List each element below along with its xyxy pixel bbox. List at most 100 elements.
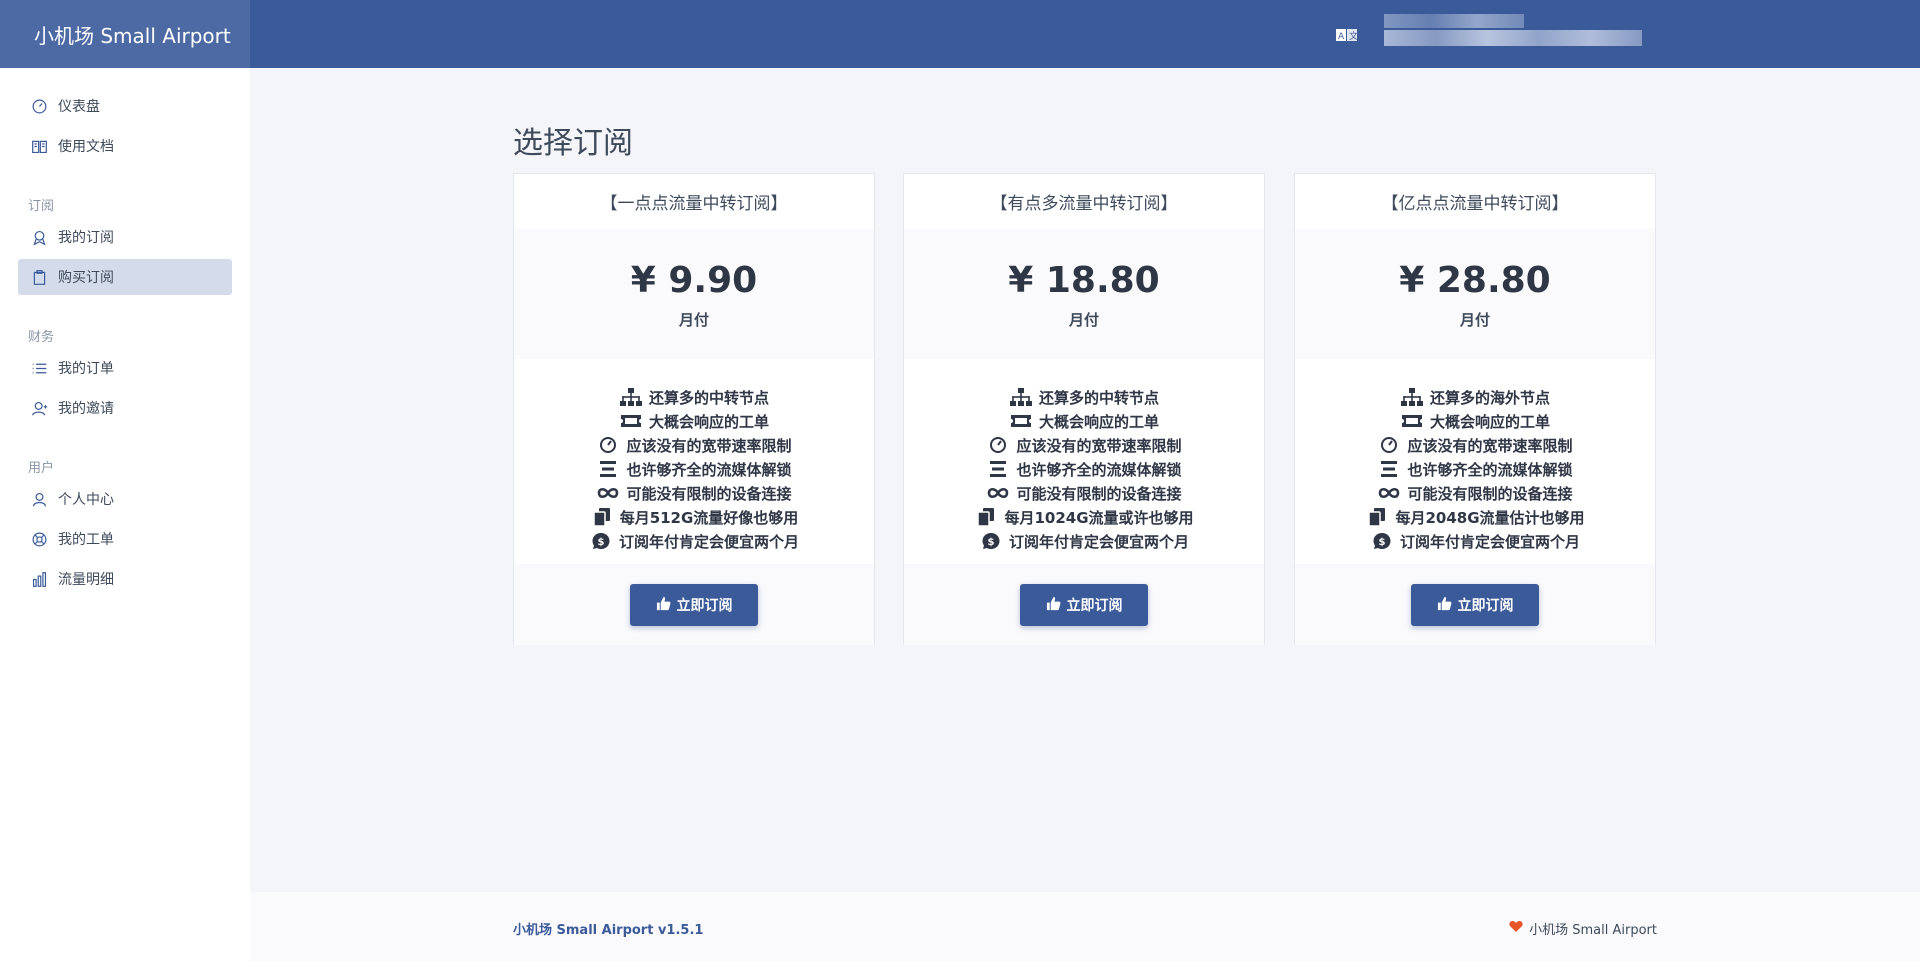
dollar-icon: $ xyxy=(979,531,1003,551)
clipboard-icon xyxy=(30,268,48,286)
sidebar-item-label: 我的邀请 xyxy=(58,401,114,417)
subscribe-button[interactable]: 立即订阅 xyxy=(1411,584,1539,626)
plan-card: 【亿点点流量中转订阅】 ¥ 28.80 月付 还算多的海外节点大概会响应的工单应… xyxy=(1294,173,1656,645)
plan-features: 还算多的中转节点 大概会响应的工单 应该没有的宽带速率限制 也许够齐全的流媒体解锁 可能… xyxy=(514,359,874,564)
book-icon xyxy=(30,137,48,155)
sidebar: 仪表盘 使用文档 订阅 我的订阅 购买订阅 财务 我的订单 我的邀请 用户 个人… xyxy=(0,68,250,961)
infinity-icon xyxy=(1377,483,1401,503)
plan-feature: 大概会响应的工单 xyxy=(1009,409,1159,433)
sidebar-item-docs[interactable]: 使用文档 xyxy=(18,128,232,164)
plan-feature-text: 可能没有限制的设备连接 xyxy=(1407,484,1573,503)
page-title: 选择订阅 xyxy=(513,126,633,161)
bar-chart-icon xyxy=(30,570,48,588)
plan-footer: 立即订阅 xyxy=(904,564,1264,645)
plan-feature: $ 订阅年付肯定会便宜两个月 xyxy=(979,529,1189,553)
dollar-icon: $ xyxy=(1370,531,1394,551)
sidebar-item-label: 仪表盘 xyxy=(58,99,100,115)
user-icon xyxy=(30,490,48,508)
plan-name: 【有点多流量中转订阅】 xyxy=(990,194,1178,214)
plan-feature: $ 订阅年付肯定会便宜两个月 xyxy=(589,529,799,553)
subscribe-button[interactable]: 立即订阅 xyxy=(630,584,758,626)
plan-features: 还算多的海外节点大概会响应的工单应该没有的宽带速率限制也许够齐全的流媒体解锁 可能… xyxy=(1295,359,1655,564)
thumbs-up-icon xyxy=(1046,596,1061,615)
translate-icon[interactable]: A文 xyxy=(1336,28,1358,42)
footer-version[interactable]: 小机场 Small Airport v1.5.1 xyxy=(513,919,703,938)
plan-feature-text: 每月1024G流量或许也够用 xyxy=(1004,508,1194,527)
plan-price: ¥ 28.80 xyxy=(1399,259,1551,301)
plan-feature-text: 也许够齐全的流媒体解锁 xyxy=(1407,460,1573,479)
dollar-icon: $ xyxy=(589,531,613,551)
sitemap-icon xyxy=(1400,387,1424,407)
plan-price: ¥ 9.90 xyxy=(630,259,758,301)
ticket-icon xyxy=(1400,411,1424,431)
plan-feature: 还算多的中转节点 xyxy=(1009,385,1159,409)
sidebar-item-label: 我的工单 xyxy=(58,532,114,548)
ticket-icon xyxy=(1009,411,1033,431)
plan-feature: 每月1024G流量或许也够用 xyxy=(974,505,1194,529)
bars-icon xyxy=(986,459,1010,479)
subscribe-button-label: 立即订阅 xyxy=(1066,598,1123,614)
nav-section-subscription: 订阅 xyxy=(28,199,55,214)
plan-feature-text: 应该没有的宽带速率限制 xyxy=(626,436,792,455)
ticket-icon xyxy=(619,411,643,431)
plan-feature-text: 应该没有的宽带速率限制 xyxy=(1016,436,1182,455)
subscribe-button[interactable]: 立即订阅 xyxy=(1020,584,1148,626)
svg-text:$: $ xyxy=(598,537,605,548)
brand-logo[interactable]: 小机场 Small Airport xyxy=(0,0,250,68)
plan-feature-text: 大概会响应的工单 xyxy=(1429,412,1550,431)
top-header: 小机场 Small Airport A文 xyxy=(0,0,1920,68)
plan-price: ¥ 18.80 xyxy=(1008,259,1160,301)
plan-card: 【有点多流量中转订阅】 ¥ 18.80 月付 还算多的中转节点 大概会响应的工单应… xyxy=(903,173,1265,645)
dashboard-icon xyxy=(30,97,48,115)
plan-feature-text: 订阅年付肯定会便宜两个月 xyxy=(618,532,799,551)
bars-icon xyxy=(1377,459,1401,479)
plan-feature: 可能没有限制的设备连接 xyxy=(1377,481,1573,505)
plan-price-block: ¥ 28.80 月付 xyxy=(1295,229,1655,359)
sidebar-item-my-subscription[interactable]: 我的订阅 xyxy=(18,219,232,255)
sidebar-item-traffic-details[interactable]: 流量明细 xyxy=(18,561,232,597)
plan-name: 【亿点点流量中转订阅】 xyxy=(1381,194,1569,214)
plan-feature: 每月2048G流量估计也够用 xyxy=(1365,505,1585,529)
sidebar-item-my-tickets[interactable]: 我的工单 xyxy=(18,521,232,557)
plan-feature: $ 订阅年付肯定会便宜两个月 xyxy=(1370,529,1580,553)
thumbs-up-icon xyxy=(656,596,671,615)
gauge-icon xyxy=(986,435,1010,455)
plan-feature-text: 每月2048G流量估计也够用 xyxy=(1395,508,1585,527)
svg-text:$: $ xyxy=(988,537,995,548)
user-plus-icon xyxy=(30,399,48,417)
sidebar-item-my-invites[interactable]: 我的邀请 xyxy=(18,390,232,426)
plan-name: 【一点点流量中转订阅】 xyxy=(600,194,788,214)
plan-feature-text: 大概会响应的工单 xyxy=(648,412,769,431)
plan-feature: 还算多的海外节点 xyxy=(1400,385,1550,409)
plan-feature-text: 可能没有限制的设备连接 xyxy=(1016,484,1182,503)
svg-text:A: A xyxy=(1338,32,1345,41)
subscribe-button-label: 立即订阅 xyxy=(676,598,733,614)
plan-feature-text: 可能没有限制的设备连接 xyxy=(626,484,792,503)
sidebar-item-profile[interactable]: 个人中心 xyxy=(18,481,232,517)
plan-feature-text: 还算多的中转节点 xyxy=(648,388,769,407)
sidebar-item-buy-subscription[interactable]: 购买订阅 xyxy=(18,259,232,295)
sidebar-item-dashboard[interactable]: 仪表盘 xyxy=(18,88,232,124)
sitemap-icon xyxy=(619,387,643,407)
sidebar-item-my-orders[interactable]: 我的订单 xyxy=(18,350,232,386)
bars-icon xyxy=(596,459,620,479)
copy-icon xyxy=(590,507,614,527)
plan-feature: 应该没有的宽带速率限制 xyxy=(1377,433,1573,457)
user-account-menu[interactable] xyxy=(1384,14,1642,46)
plan-feature-text: 也许够齐全的流媒体解锁 xyxy=(1016,460,1182,479)
sidebar-item-label: 个人中心 xyxy=(58,492,114,508)
main-content: 选择订阅 【一点点流量中转订阅】 ¥ 9.90 月付 还算多的中转节点 大概会响应… xyxy=(250,68,1920,892)
copy-icon xyxy=(974,507,998,527)
plan-card: 【一点点流量中转订阅】 ¥ 9.90 月付 还算多的中转节点 大概会响应的工单 应该… xyxy=(513,173,875,645)
sitemap-icon xyxy=(1009,387,1033,407)
sidebar-item-label: 我的订单 xyxy=(58,361,114,377)
infinity-icon xyxy=(596,483,620,503)
plan-feature: 也许够齐全的流媒体解锁 xyxy=(1377,457,1573,481)
plan-period: 月付 xyxy=(1068,310,1099,329)
plan-footer: 立即订阅 xyxy=(1295,564,1655,645)
sidebar-item-label: 流量明细 xyxy=(58,572,114,588)
gauge-icon xyxy=(596,435,620,455)
nav-section-finance: 财务 xyxy=(28,330,55,345)
footer-credit-text: 小机场 Small Airport xyxy=(1529,923,1657,938)
footer-credit: 小机场 Small Airport xyxy=(1509,919,1657,938)
